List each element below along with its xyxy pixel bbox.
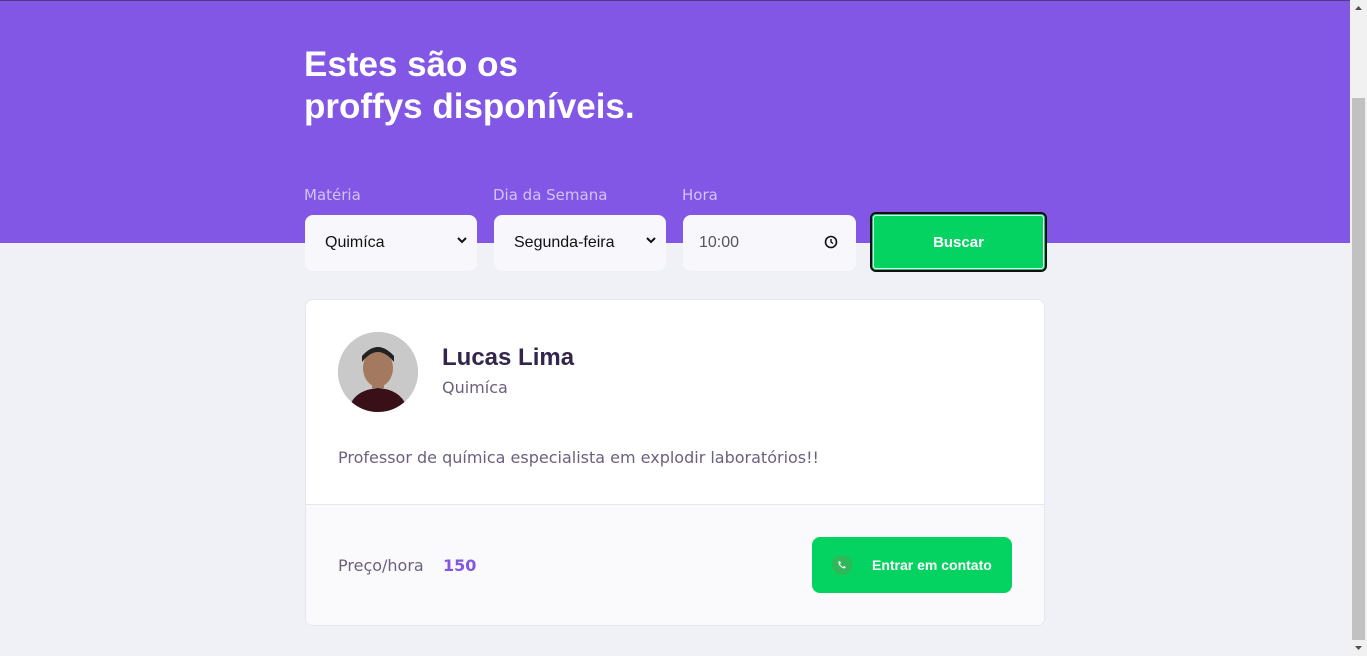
teacher-card: Lucas Lima Quimíca Professor de química …: [305, 299, 1045, 626]
scroll-down-arrow-icon[interactable]: [1354, 643, 1363, 652]
price-value: 150: [443, 556, 477, 575]
chevron-down-icon: [646, 237, 656, 244]
weekday-label: Dia da Semana: [493, 186, 608, 204]
weekday-select[interactable]: Segunda-feira: [494, 215, 666, 271]
subject-label: Matéria: [304, 186, 361, 204]
vertical-scrollbar[interactable]: [1350, 0, 1367, 656]
price-label: Preço/hora: [338, 556, 424, 575]
chevron-down-icon: [457, 237, 467, 244]
avatar-image: [338, 332, 418, 412]
search-button[interactable]: Buscar: [870, 212, 1047, 272]
weekday-select-value: Segunda-feira: [514, 234, 615, 251]
time-label: Hora: [682, 186, 718, 204]
teacher-name: Lucas Lima: [442, 344, 575, 371]
time-input-value: 10:00: [699, 234, 740, 251]
page-header: [0, 0, 1350, 243]
contact-button[interactable]: Entrar em contato: [812, 537, 1012, 593]
scroll-up-arrow-icon[interactable]: [1354, 4, 1363, 13]
page-title-line-2: proffys disponíveis.: [304, 87, 635, 126]
subject-select-value: Quimíca: [325, 234, 385, 251]
scrollbar-thumb[interactable]: [1352, 98, 1365, 640]
window-top-border: [0, 0, 1350, 1]
page-title: Estes são os proffys disponíveis.: [304, 44, 635, 128]
teacher-bio: Professor de química especialista em exp…: [338, 448, 819, 467]
subject-select[interactable]: Quimíca: [305, 215, 477, 271]
teacher-subject: Quimíca: [442, 378, 508, 397]
time-input[interactable]: 10:00: [683, 215, 856, 271]
whatsapp-icon: [832, 555, 852, 575]
avatar: [338, 332, 418, 412]
page-title-line-1: Estes são os: [304, 45, 518, 84]
clock-icon[interactable]: [824, 235, 838, 249]
contact-button-label: Entrar em contato: [872, 557, 992, 573]
teacher-card-footer: Preço/hora 150 Entrar em contato: [306, 504, 1044, 625]
